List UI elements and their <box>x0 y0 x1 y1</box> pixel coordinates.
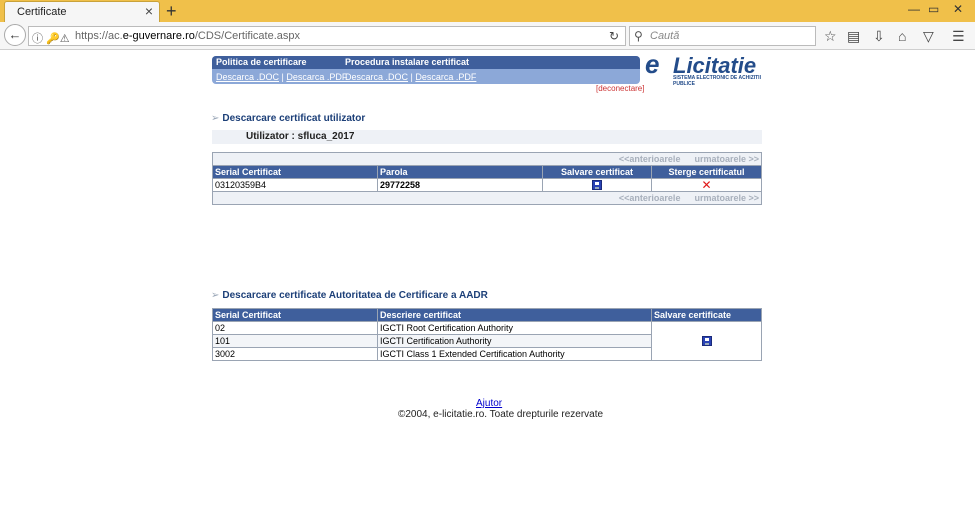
new-tab-icon[interactable]: + <box>166 1 177 21</box>
save-certificate-icon[interactable] <box>592 180 602 191</box>
copyright-text: ©2004, e-licitatie.ro. Toate drepturile … <box>398 409 604 420</box>
download-icon[interactable]: ⇩ <box>873 28 885 44</box>
procedure-title: Procedura instalare certificat <box>345 57 470 67</box>
table-row: 02 IGCTI Root Certification Authority <box>212 321 762 361</box>
browser-toolbar: ← ⓘ 🔑⚠ https://ac.e-guvernare.ro/CDS/Cer… <box>0 22 975 50</box>
url-text: https://ac.e-guvernare.ro/CDS/Certificat… <box>75 30 301 42</box>
procedure-pdf-link[interactable]: Descarca .PDF <box>415 72 476 82</box>
menu-icon[interactable]: ☰ <box>952 28 965 44</box>
col-save: Salvare certificate <box>651 308 762 322</box>
ca-cert-table: Serial Certificat Descriere certificat S… <box>212 308 762 361</box>
pocket-icon[interactable]: ▽ <box>923 28 934 44</box>
pager-top: <<anterioarele urmatoarele >> <box>212 152 762 166</box>
pager-next-link[interactable]: urmatoarele >> <box>694 193 759 203</box>
table-header: Serial Certificat Descriere certificat S… <box>212 308 762 322</box>
procedure-doc-link[interactable]: Descarca .DOC <box>345 72 408 82</box>
pager-prev-link[interactable]: <<anterioarele <box>619 154 681 164</box>
col-save: Salvare certificat <box>542 165 652 179</box>
site-info-icon[interactable]: ⓘ 🔑⚠ <box>32 30 70 46</box>
save-ca-certificates-icon[interactable] <box>701 336 712 347</box>
url-bar[interactable]: ⓘ 🔑⚠ https://ac.e-guvernare.ro/CDS/Certi… <box>28 26 626 46</box>
logo-e: e <box>645 49 660 79</box>
pager-prev-link[interactable]: <<anterioarele <box>619 193 681 203</box>
elicitatie-logo: e Licitatie SISTEMA ELECTRONIC DE ACHIZI… <box>645 49 765 87</box>
browser-tab[interactable]: Certificate × <box>4 1 160 23</box>
policy-doc-link[interactable]: Descarca .DOC <box>216 72 279 82</box>
logout-link[interactable]: [deconectare] <box>596 84 644 93</box>
ca-serial: 101 <box>212 334 378 348</box>
procedure-links: Descarca .DOC | Descarca .PDF <box>345 72 477 82</box>
col-serial: Serial Certificat <box>212 165 378 179</box>
cert-serial: 03120359B4 <box>212 178 378 192</box>
tab-close-icon[interactable]: × <box>145 4 153 18</box>
ca-description: IGCTI Root Certification Authority <box>377 321 652 335</box>
policy-pdf-link[interactable]: Descarca .PDF <box>286 72 347 82</box>
home-icon[interactable]: ⌂ <box>898 28 906 44</box>
cert-password: 29772258 <box>377 178 543 192</box>
ca-serial: 02 <box>212 321 378 335</box>
table-header: Serial Certificat Parola Salvare certifi… <box>212 165 762 179</box>
help-link[interactable]: Ajutor <box>476 398 502 409</box>
search-input[interactable]: Caută <box>650 30 679 42</box>
col-password: Parola <box>377 165 543 179</box>
ca-description: IGCTI Class 1 Extended Certification Aut… <box>377 347 652 361</box>
logo-subtitle: SISTEMA ELECTRONIC DE ACHIZITII PUBLICE <box>673 75 761 87</box>
ca-description: IGCTI Certification Authority <box>377 334 652 348</box>
arrow-right-icon: ➢ <box>211 113 220 124</box>
ca-cert-section-title: ➢ Descarcare certificate Autoritatea de C… <box>211 290 488 301</box>
user-label: Utilizator : sfluca_2017 <box>246 131 355 142</box>
close-window-icon[interactable]: ✕ <box>953 2 963 16</box>
tab-title: Certificate <box>17 6 67 18</box>
pager-bottom: <<anterioarele urmatoarele >> <box>212 191 762 205</box>
user-bar: Utilizator : sfluca_2017 <box>212 130 762 144</box>
minimize-icon[interactable]: — <box>908 2 920 16</box>
search-icon: ⚲ <box>634 29 643 43</box>
browser-titlebar: Certificate × + — ▭ ✕ <box>0 0 975 23</box>
policy-links: Descarca .DOC | Descarca .PDF <box>216 72 348 82</box>
search-bar[interactable]: ⚲ Caută <box>629 26 816 46</box>
col-description: Descriere certificat <box>377 308 652 322</box>
pager-next-link[interactable]: urmatoarele >> <box>694 154 759 164</box>
user-cert-section-title: ➢ Descarcare certificat utilizator <box>211 113 366 124</box>
arrow-right-icon: ➢ <box>211 290 220 301</box>
col-serial: Serial Certificat <box>212 308 378 322</box>
delete-certificate-icon[interactable]: ✕ <box>701 178 711 192</box>
restore-icon[interactable]: ▭ <box>928 2 939 16</box>
policy-title: Politica de certificare <box>216 57 307 67</box>
header-links-panel: Politica de certificare Procedura instal… <box>212 56 640 84</box>
bookmark-star-icon[interactable]: ☆ <box>824 28 837 44</box>
table-row: 03120359B4 29772258 ✕ <box>212 178 762 192</box>
back-arrow-icon[interactable]: ← <box>4 24 26 46</box>
ca-serial: 3002 <box>212 347 378 361</box>
reload-icon[interactable]: ↻ <box>609 29 619 43</box>
reading-list-icon[interactable]: ▤ <box>847 28 860 44</box>
user-cert-table: <<anterioarele urmatoarele >> Serial Cert… <box>212 152 762 205</box>
